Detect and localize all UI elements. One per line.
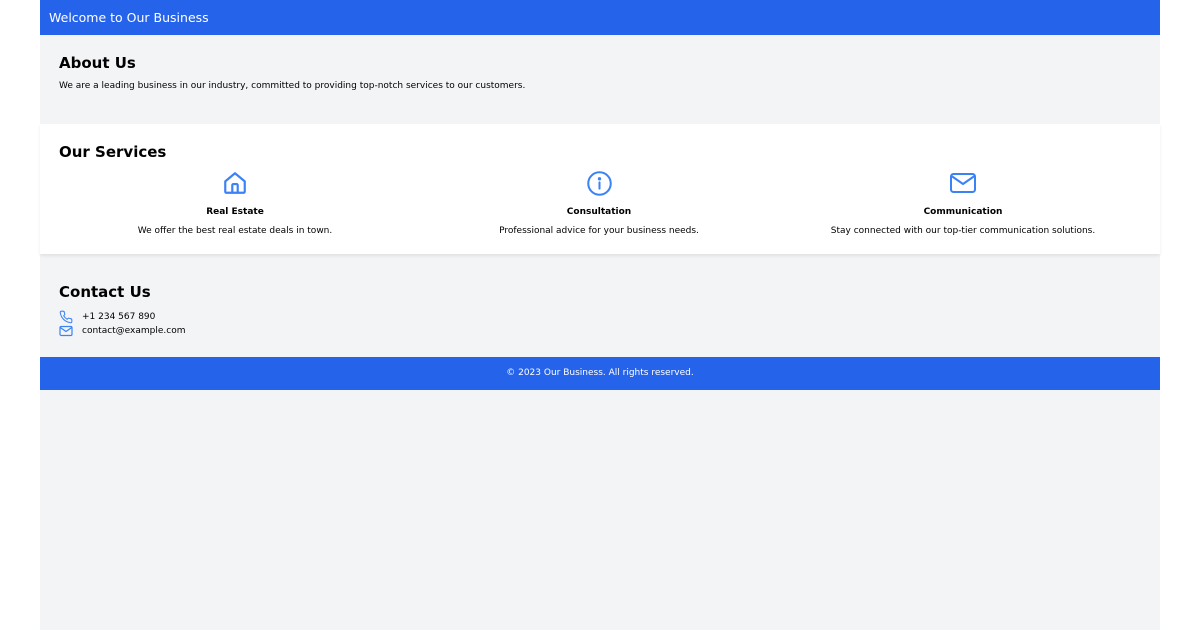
service-description: We offer the best real estate deals in t… bbox=[137, 226, 333, 236]
mail-icon bbox=[59, 325, 82, 337]
service-item-communication: Communication Stay connected with our to… bbox=[781, 171, 1145, 237]
site-header: Welcome to Our Business bbox=[40, 0, 1160, 35]
service-item-real-estate: Real Estate We offer the best real estat… bbox=[53, 171, 417, 237]
about-text: We are a leading business in our industr… bbox=[59, 81, 526, 91]
service-title: Real Estate bbox=[206, 207, 264, 217]
contact-email-row: contact@example.com bbox=[59, 324, 1160, 338]
contact-email[interactable]: contact@example.com bbox=[82, 324, 186, 338]
contact-phone[interactable]: +1 234 567 890 bbox=[82, 310, 155, 324]
service-title: Communication bbox=[923, 207, 1003, 217]
info-icon bbox=[586, 170, 613, 201]
page: Welcome to Our Business About Us We are … bbox=[40, 0, 1160, 630]
contact-phone-row: +1 234 567 890 bbox=[59, 310, 1160, 324]
service-description: Professional advice for your business ne… bbox=[499, 226, 699, 236]
phone-icon bbox=[59, 310, 82, 324]
services-heading: Our Services bbox=[59, 143, 167, 161]
services-section: Our Services Real Estate We offer the be… bbox=[40, 124, 1160, 254]
home-icon bbox=[222, 170, 248, 200]
about-heading: About Us bbox=[59, 54, 136, 72]
contact-heading: Contact Us bbox=[59, 283, 151, 301]
contact-section: Contact Us +1 234 567 890 contact@exampl… bbox=[40, 254, 1160, 357]
services-list: Real Estate We offer the best real estat… bbox=[40, 170, 1160, 237]
service-item-consultation: Consultation Professional advice for you… bbox=[417, 170, 781, 237]
header-title: Welcome to Our Business bbox=[49, 10, 209, 25]
service-description: Stay connected with our top-tier communi… bbox=[830, 226, 1096, 236]
footer-text: © 2023 Our Business. All rights reserved… bbox=[506, 368, 694, 378]
service-title: Consultation bbox=[566, 207, 632, 217]
site-footer: © 2023 Our Business. All rights reserved… bbox=[40, 357, 1160, 390]
about-section: About Us We are a leading business in ou… bbox=[40, 35, 1160, 124]
mail-icon bbox=[949, 171, 977, 199]
